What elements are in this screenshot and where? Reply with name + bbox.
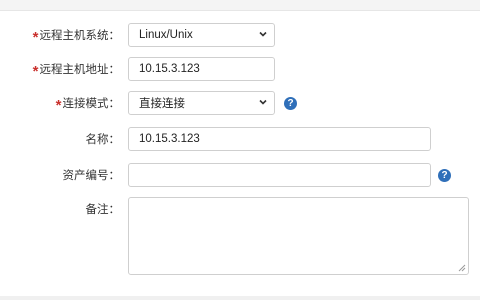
remark-textarea[interactable] bbox=[128, 197, 469, 275]
os-select[interactable]: Linux/Unix bbox=[128, 23, 275, 47]
top-band bbox=[0, 0, 480, 10]
connect-mode-row: * 连接模式： 直接连接 ? bbox=[0, 91, 480, 115]
name-row: 名称： 10.15.3.123 bbox=[0, 127, 480, 151]
connect-mode-select[interactable]: 直接连接 bbox=[128, 91, 275, 115]
chevron-down-icon bbox=[259, 31, 267, 37]
address-label: * 远程主机地址： bbox=[32, 62, 120, 80]
os-label: * 远程主机系统： bbox=[32, 28, 120, 46]
required-mark: * bbox=[32, 62, 39, 80]
host-form: * 远程主机系统： Linux/Unix * 远程主机地址： 10.15.3.1… bbox=[0, 10, 480, 297]
asset-no-input[interactable] bbox=[128, 163, 431, 187]
name-input[interactable]: 10.15.3.123 bbox=[128, 127, 431, 151]
remark-row: 备注： bbox=[0, 197, 480, 277]
bottom-band bbox=[0, 296, 480, 300]
os-row: * 远程主机系统： Linux/Unix bbox=[0, 23, 480, 47]
asset-no-label: 资产编号： bbox=[62, 170, 121, 182]
required-mark: * bbox=[55, 96, 62, 114]
connect-mode-label: * 连接模式： bbox=[55, 96, 120, 114]
question-icon[interactable]: ? bbox=[284, 97, 297, 110]
asset-no-row: 资产编号： ? bbox=[0, 163, 480, 187]
address-row: * 远程主机地址： 10.15.3.123 bbox=[0, 57, 480, 81]
address-input[interactable]: 10.15.3.123 bbox=[128, 57, 275, 81]
required-mark: * bbox=[32, 28, 39, 46]
name-label: 名称： bbox=[85, 134, 121, 146]
question-icon[interactable]: ? bbox=[438, 169, 451, 182]
remark-label: 备注： bbox=[85, 204, 121, 216]
resize-grip-icon[interactable] bbox=[458, 264, 466, 272]
chevron-down-icon bbox=[259, 99, 267, 105]
